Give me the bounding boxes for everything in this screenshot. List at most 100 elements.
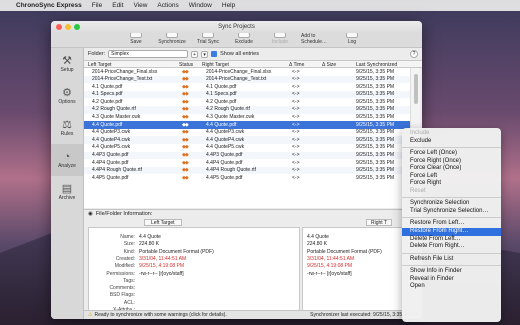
menu-item-force-right[interactable]: Force Right bbox=[402, 180, 501, 188]
menu-item-delete-from-left[interactable]: Delete From Left… bbox=[402, 236, 501, 244]
left-file: 4.2 Rough Quote.rtf bbox=[92, 106, 136, 113]
scroll-thumb[interactable] bbox=[414, 74, 418, 104]
right-file: 4.4 QuoteP5.cwk bbox=[206, 144, 245, 151]
folder-action-button[interactable]: ▾ bbox=[201, 50, 209, 58]
tab-left-target[interactable]: Left Target bbox=[144, 219, 182, 226]
sidebar-item-archive[interactable]: ▤ Archive bbox=[51, 176, 83, 208]
toolbar-button-6[interactable]: Log bbox=[337, 32, 367, 45]
warning-icon: ⚠ bbox=[88, 312, 93, 318]
menu-item-restore-from-right[interactable]: Restore From Right… bbox=[402, 228, 501, 236]
sidebar-item-options[interactable]: ⚙ Options bbox=[51, 80, 83, 112]
time-diff: <-> bbox=[292, 129, 300, 136]
info-label: Size: bbox=[123, 241, 135, 248]
table-row[interactable]: 4.2 Quote.pdf ◆◆ 4.2 Quote.pdf <-> 9/25/15, … bbox=[84, 98, 410, 106]
menu-item-refresh-file-list[interactable]: Refresh File List bbox=[402, 256, 501, 264]
menu-window[interactable]: Window bbox=[189, 2, 212, 9]
toolbar-button-0[interactable]: Save bbox=[121, 32, 151, 45]
status-message[interactable]: Ready to synchronize with some warnings … bbox=[94, 312, 226, 318]
sidebar: ⚒ Setup ⚙ Options ⚖ Rules ◔ Analyze ▤ Archive bbox=[51, 48, 84, 319]
menu-view[interactable]: View bbox=[133, 2, 147, 9]
sidebar-label: Analyze bbox=[58, 163, 76, 169]
menu-item-trial-synchronize-selection[interactable]: Trial Synchronize Selection… bbox=[402, 208, 501, 216]
info-label: Modified: bbox=[114, 263, 135, 270]
menu-item-synchronize-selection[interactable]: Synchronize Selection bbox=[402, 200, 501, 208]
table-row[interactable]: 4.4 QuoteP3.cwk ◆◆ 4.4 QuoteP3.cwk <-> 9/25/… bbox=[84, 129, 410, 137]
menu-item-open[interactable]: Open bbox=[402, 283, 501, 291]
right-info-panel: 4.4 Quote 224.80 K Portable Document Forma… bbox=[302, 227, 418, 315]
status-arrows: ◆◆ bbox=[182, 136, 189, 143]
toolbar-button-2[interactable]: Trial Sync bbox=[193, 32, 223, 45]
table-row[interactable]: 4.4 QuoteP4.cwk ◆◆ 4.4 QuoteP4.cwk <-> 9/25/… bbox=[84, 136, 410, 144]
table-row[interactable]: 4.1 Specs.pdf ◆◆ 4.1 Specs.pdf <-> 9/25/15, … bbox=[84, 90, 410, 99]
table-row[interactable]: 4.4P4 Quote.pdf ◆◆ 4.4P4 Quote.pdf <-> 9/25/… bbox=[84, 159, 410, 167]
table-row[interactable]: 4.1 Quote.pdf ◆◆ 4.1 Quote.pdf <-> 9/25/15, … bbox=[84, 83, 410, 91]
menu-file[interactable]: File bbox=[92, 2, 102, 9]
show-all-checkbox[interactable] bbox=[211, 51, 218, 57]
menu-help[interactable]: Help bbox=[222, 2, 235, 9]
help-button[interactable]: ? bbox=[410, 50, 418, 58]
left-file: 4.4 Quote.pdf bbox=[92, 121, 123, 128]
menu-bar: ChronoSync Express File Edit View Action… bbox=[0, 0, 520, 11]
menu-item-delete-from-right[interactable]: Delete From Right… bbox=[402, 243, 501, 251]
table-row[interactable]: 4.3 Quote Master.cwk ◆◆ 4.3 Quote Master.c… bbox=[84, 114, 410, 122]
table-row[interactable]: 4.2 Rough Quote.rtf ◆◆ 4.2 Rough Quote.rtf… bbox=[84, 105, 410, 114]
menu-item-include: Include bbox=[410, 130, 430, 136]
menu-actions[interactable]: Actions bbox=[157, 2, 178, 9]
time-diff: <-> bbox=[292, 152, 300, 159]
info-size: 224.80 K bbox=[307, 241, 328, 248]
table-row[interactable]: 2014-PriceChange_Test.txt ◆◆ 2014-PriceCha… bbox=[84, 75, 410, 84]
toolbar-label: Exclude bbox=[235, 39, 253, 45]
last-sync: 9/25/15, 3:35 PM bbox=[356, 114, 395, 121]
time-diff: <-> bbox=[292, 83, 300, 90]
tab-right-target[interactable]: Right T bbox=[366, 219, 393, 226]
app-menu[interactable]: ChronoSync Express bbox=[16, 2, 82, 9]
info-label: Tags: bbox=[123, 277, 135, 284]
sidebar-item-setup[interactable]: ⚒ Setup bbox=[51, 48, 83, 80]
last-sync: 9/25/15, 3:35 PM bbox=[356, 136, 395, 143]
right-file: 2014-PriceChange_Test.txt bbox=[206, 76, 267, 83]
toolbar-label: Save bbox=[130, 39, 142, 45]
right-file: 4.4 Quote.pdf bbox=[206, 121, 237, 128]
status-arrows: ◆◆ bbox=[182, 167, 189, 174]
table-row[interactable]: 2014-PriceChange_Final.xlsx ◆◆ 2014-PriceC… bbox=[84, 68, 410, 76]
right-file: 4.4P4 Rough Quote.rtf bbox=[206, 167, 257, 174]
menu-item-force-clear-once[interactable]: Force Clear (Once) bbox=[402, 165, 501, 173]
menu-separator bbox=[402, 265, 501, 267]
time-diff: <-> bbox=[292, 159, 300, 166]
right-file: 4.4 QuoteP3.cwk bbox=[206, 129, 245, 136]
menu-edit[interactable]: Edit bbox=[112, 2, 123, 9]
left-info-panel: Name: 4.4 Quote Size: 224.80 K Kind: Portable… bbox=[88, 227, 300, 315]
status-arrows: ◆◆ bbox=[182, 98, 189, 105]
add-folder-button[interactable]: + bbox=[191, 50, 199, 58]
main-area: Folder: Simplex + ▾ Show all entries ? L… bbox=[84, 48, 422, 319]
table-row[interactable]: 4.4P5 Quote.pdf ◆◆ 4.4P5 Quote.pdf <-> 9/25/… bbox=[84, 174, 410, 182]
table-row[interactable]: 4.4 QuoteP5.cwk ◆◆ 4.4 QuoteP5.cwk <-> 9/25/… bbox=[84, 144, 410, 152]
menu-item-force-left-once[interactable]: Force Left (Once) bbox=[402, 150, 501, 158]
sidebar-item-rules[interactable]: ⚖ Rules bbox=[51, 112, 83, 144]
last-sync: 9/25/15, 3:35 PM bbox=[356, 106, 395, 113]
time-diff: <-> bbox=[292, 174, 300, 181]
info-created: 3/31/04, 11:44:51 AM bbox=[139, 255, 187, 262]
table-row[interactable]: 4.4P3 Quote.pdf ◆◆ 4.4P3 Quote.pdf <-> 9/25/… bbox=[84, 151, 410, 160]
menu-item-force-left[interactable]: Force Left bbox=[402, 173, 501, 181]
folder-select[interactable]: Simplex bbox=[108, 50, 189, 58]
info-kind: Portable Document Format (PDF) bbox=[307, 248, 382, 255]
toolbar-button-1[interactable]: Synchronize bbox=[157, 32, 187, 45]
left-file: 2014-PriceChange_Final.xlsx bbox=[92, 68, 158, 75]
toolbar-button-3[interactable]: Exclude bbox=[229, 32, 259, 45]
left-file: 4.1 Quote.pdf bbox=[92, 83, 123, 90]
menu-item-show-info-in-finder[interactable]: Show Info in Finder bbox=[402, 268, 501, 276]
sidebar-item-analyze[interactable]: ◔ Analyze bbox=[51, 144, 83, 176]
menu-item-restore-from-left[interactable]: Restore From Left… bbox=[402, 220, 501, 228]
table-row[interactable]: 4.4P4 Rough Quote.rtf ◆◆ 4.4P4 Rough Quote… bbox=[84, 166, 410, 175]
status-arrows: ◆◆ bbox=[182, 106, 189, 113]
menu-item-exclude[interactable]: Exclude bbox=[402, 138, 501, 146]
menu-separator bbox=[402, 147, 501, 149]
toolbar-label: Synchronize bbox=[158, 39, 186, 45]
info-tabs: Left Target bbox=[144, 219, 182, 226]
time-diff: <-> bbox=[292, 76, 300, 83]
table-row[interactable]: 4.4 Quote.pdf ◆◆ 4.4 Quote.pdf <-> 9/25/15, … bbox=[84, 121, 410, 129]
menu-item-force-right-once[interactable]: Force Right (Once) bbox=[402, 158, 501, 166]
right-file: 4.1 Quote.pdf bbox=[206, 83, 237, 90]
menu-item-reveal-in-finder[interactable]: Reveal in Finder bbox=[402, 276, 501, 284]
